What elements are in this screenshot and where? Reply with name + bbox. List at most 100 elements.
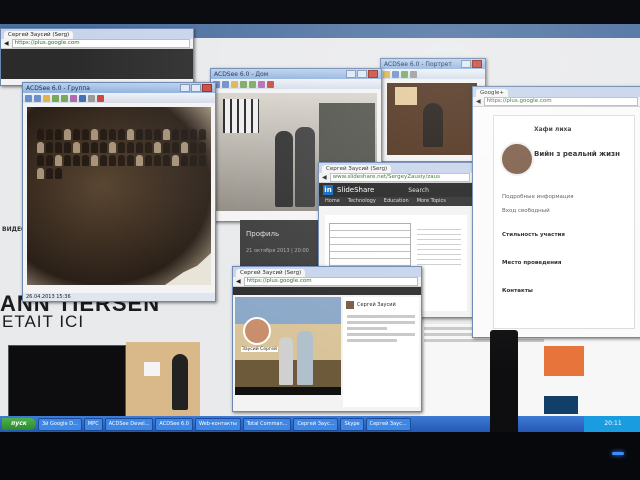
person-figure <box>37 168 44 179</box>
back-icon[interactable]: ◀ <box>236 278 241 285</box>
rotate-icon[interactable] <box>401 70 408 78</box>
address-field[interactable]: www.slideshare.net/SergeyZausiy/zaus <box>329 173 470 182</box>
person-figure <box>163 155 170 166</box>
avatar[interactable] <box>500 142 534 176</box>
poster-image[interactable] <box>126 342 200 416</box>
delete-icon[interactable] <box>267 80 274 88</box>
group-people <box>37 129 207 179</box>
zoom-out-icon[interactable] <box>61 94 68 102</box>
shared-photo[interactable]: Заусий Сергей <box>235 297 341 387</box>
rotate-icon[interactable] <box>70 94 77 102</box>
person-figure <box>145 155 152 166</box>
window-title: ACDSee 6.0 - Группа <box>26 84 90 92</box>
person-figure <box>91 155 98 166</box>
minimize-button[interactable] <box>180 84 190 92</box>
back-icon[interactable]: ◀ <box>322 174 327 181</box>
article-thumb[interactable] <box>544 396 578 414</box>
window-gplus-right[interactable]: Google+ ◀ https://plus.google.com Хафи л… <box>472 86 640 338</box>
taskbar-button[interactable]: Web-контакты <box>194 417 241 431</box>
profile-name[interactable]: Хафи лиха <box>534 126 571 133</box>
browser-tab[interactable]: Сергей Заусий (Serg) <box>4 31 74 39</box>
save-icon[interactable] <box>79 94 86 102</box>
print-icon[interactable] <box>88 94 95 102</box>
close-button[interactable] <box>202 84 212 92</box>
maximize-button[interactable] <box>191 84 201 92</box>
search-link[interactable]: Search <box>408 187 429 194</box>
zoom-in-icon[interactable] <box>240 80 247 88</box>
folder-icon[interactable] <box>231 80 238 88</box>
delete-icon[interactable] <box>97 94 104 102</box>
taskbar-button[interactable]: Сергей Заус... <box>365 417 411 431</box>
browser-tab[interactable]: Google+ <box>476 89 509 97</box>
print-icon[interactable] <box>410 70 417 78</box>
article-thumb[interactable] <box>544 346 584 376</box>
window-acdsee-portrait[interactable]: ACDSee 6.0 - Портрет <box>380 58 486 162</box>
browser-tab[interactable]: Сергей Заусий (Serg) <box>322 165 392 173</box>
person-figure <box>127 155 134 166</box>
back-icon[interactable]: ◀ <box>4 40 9 47</box>
minimize-button[interactable] <box>461 60 471 68</box>
profile-button[interactable]: Профиль <box>246 230 320 238</box>
person-figure <box>73 129 80 140</box>
portrait-photo <box>387 83 477 155</box>
minimize-button[interactable] <box>346 70 356 78</box>
folder-icon[interactable] <box>383 70 390 78</box>
person-figure <box>100 129 107 140</box>
profile-panel[interactable]: Профиль 21 октября 2013 | 20:00 <box>240 220 320 268</box>
taskbar-button[interactable]: Total Comman... <box>242 417 292 431</box>
commenter-name[interactable]: Сергей Заусий <box>357 302 396 308</box>
zoom-out-icon[interactable] <box>249 80 256 88</box>
address-field[interactable]: https://plus.google.com <box>11 39 190 48</box>
nav-education[interactable]: Education <box>384 197 409 206</box>
face-circle[interactable] <box>243 317 271 345</box>
folder-icon[interactable] <box>43 94 50 102</box>
taskbar: пуск 3й Google D... MPC ACDSee Devel... … <box>0 416 640 432</box>
brand-name[interactable]: SlideShare <box>337 186 374 194</box>
maximize-button[interactable] <box>357 70 367 78</box>
forward-icon[interactable] <box>222 80 229 88</box>
linkedin-logo-icon[interactable]: in <box>323 185 333 195</box>
person-figure <box>91 129 98 140</box>
person-figure <box>82 155 89 166</box>
forward-icon[interactable] <box>34 94 41 102</box>
taskbar-button[interactable]: ACDSee 6.0 <box>155 417 193 431</box>
address-bar-row: ◀ https://plus.google.com <box>1 39 193 49</box>
zoom-icon[interactable] <box>392 70 399 78</box>
tab-strip: Сергей Заусий (Serg) <box>233 267 421 277</box>
person-figure <box>199 155 206 166</box>
address-field[interactable]: https://plus.google.com <box>483 97 638 106</box>
photo-torn-corner <box>165 253 211 285</box>
taskbar-button[interactable]: MPC <box>83 417 103 431</box>
nav-home[interactable]: Home <box>325 197 340 206</box>
photo-timestamp: 26.04.2013 15:36 <box>26 294 71 300</box>
person-figure <box>118 155 125 166</box>
system-clock[interactable]: 20:11 <box>584 416 640 432</box>
nav-technology[interactable]: Technology <box>348 197 376 206</box>
back-icon[interactable] <box>25 94 32 102</box>
back-icon[interactable]: ◀ <box>476 98 481 105</box>
address-field[interactable]: https://plus.google.com <box>243 277 418 286</box>
taskbar-button[interactable]: Сергей Заус... <box>293 417 339 431</box>
start-button[interactable]: пуск <box>2 418 36 430</box>
person-figure <box>154 142 161 153</box>
person-figure <box>118 142 125 153</box>
event-heading: Вийн з реальнй жизн <box>534 150 620 158</box>
browser-tab[interactable]: Сергей Заусий (Serg) <box>236 269 306 277</box>
portrait-person <box>423 103 443 147</box>
taskbar-button[interactable]: 3й Google D... <box>38 417 82 431</box>
zoom-in-icon[interactable] <box>52 94 59 102</box>
window-gplus-bottom[interactable]: Сергей Заусий (Serg) ◀ https://plus.goog… <box>232 266 422 412</box>
taskbar-button[interactable]: ACDSee Devel... <box>104 417 154 431</box>
nav-more-topics[interactable]: More Topics <box>417 197 446 206</box>
video-thumbnail[interactable] <box>8 345 126 417</box>
window-acdsee-group[interactable]: ACDSee 6.0 - Группа 26.04.2013 15:36 <box>22 82 216 302</box>
poster-person <box>172 354 188 410</box>
person-figure <box>55 168 62 179</box>
taskbar-button[interactable]: Skype <box>340 417 364 431</box>
close-button[interactable] <box>368 70 378 78</box>
close-button[interactable] <box>472 60 482 68</box>
window-gplus-left[interactable]: Сергей Заусий (Serg) ◀ https://plus.goog… <box>0 28 194 86</box>
person-standing <box>275 131 293 207</box>
rotate-icon[interactable] <box>258 80 265 88</box>
commenter-avatar[interactable] <box>346 301 354 309</box>
